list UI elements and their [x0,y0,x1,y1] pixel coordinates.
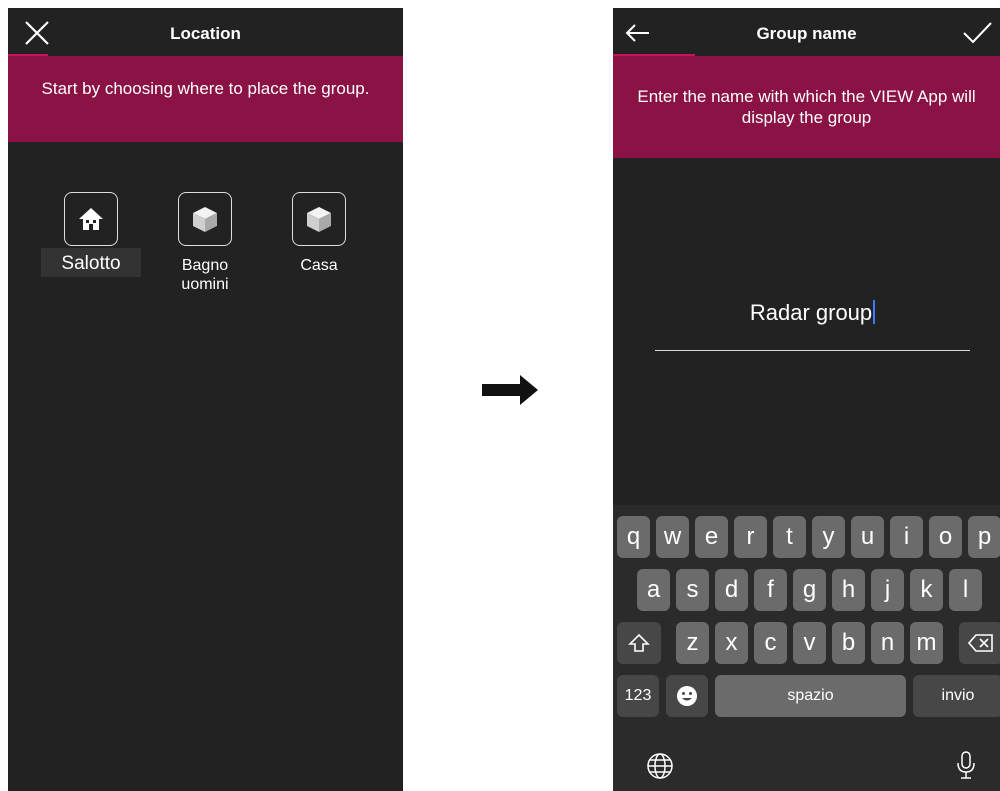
key-k[interactable]: k [910,569,943,611]
microphone-icon[interactable] [951,749,981,781]
house-icon [79,208,103,230]
text-cursor [873,300,876,324]
instruction-banner: Start by choosing where to place the gro… [8,56,403,142]
key-y[interactable]: y [812,516,845,558]
on-screen-keyboard: q w e r t y u i o p a s d f g h j k l z … [613,505,1000,791]
cube-icon [193,207,217,232]
group-name-input[interactable]: Radar group [655,300,970,351]
globe-icon[interactable] [645,751,675,781]
key-t[interactable]: t [773,516,806,558]
key-p[interactable]: p [968,516,1000,558]
key-m[interactable]: m [910,622,943,664]
group-name-value: Radar group [749,300,873,325]
key-b[interactable]: b [832,622,865,664]
key-f[interactable]: f [754,569,787,611]
cube-icon [307,207,331,232]
location-label: Salotto [41,248,141,277]
key-i[interactable]: i [890,516,923,558]
emoji-icon [677,686,697,706]
key-e[interactable]: e [695,516,728,558]
location-tile-bagno-uomini[interactable]: Bagno uomini [155,192,255,294]
key-h[interactable]: h [832,569,865,611]
shift-icon [628,633,650,652]
space-key[interactable]: spazio [715,675,906,717]
key-o[interactable]: o [929,516,962,558]
key-c[interactable]: c [754,622,787,664]
key-a[interactable]: a [637,569,670,611]
key-d[interactable]: d [715,569,748,611]
shift-key[interactable] [617,622,661,664]
key-v[interactable]: v [793,622,826,664]
key-z[interactable]: z [676,622,709,664]
page-title: Location [170,24,241,43]
key-l[interactable]: l [949,569,982,611]
checkmark-icon[interactable] [960,16,994,50]
group-name-screen: Group name Enter the name with which the… [613,8,1000,791]
right-arrow-icon [482,375,538,405]
backspace-icon [968,634,993,652]
instruction-text: Enter the name with which the VIEW App w… [637,87,976,127]
location-icon-box [292,192,346,246]
location-icon-box [64,192,118,246]
location-tile-casa[interactable]: Casa [269,192,369,275]
location-icon-box [178,192,232,246]
key-s[interactable]: s [676,569,709,611]
location-label: Bagno uomini [181,257,229,293]
page-title: Group name [756,24,857,43]
key-n[interactable]: n [871,622,904,664]
key-u[interactable]: u [851,516,884,558]
top-bar: Location [8,8,403,56]
key-j[interactable]: j [871,569,904,611]
numbers-key[interactable]: 123 [617,675,659,717]
instruction-banner: Enter the name with which the VIEW App w… [613,56,1000,158]
location-screen: Location Start by choosing where to plac… [8,8,403,791]
key-q[interactable]: q [617,516,650,558]
backspace-key[interactable] [959,622,1000,664]
key-w[interactable]: w [656,516,689,558]
key-x[interactable]: x [715,622,748,664]
emoji-key[interactable] [666,675,708,717]
location-tile-salotto[interactable]: Salotto [41,192,141,277]
key-r[interactable]: r [734,516,767,558]
instruction-text: Start by choosing where to place the gro… [41,79,370,98]
location-label: Casa [300,257,338,274]
key-g[interactable]: g [793,569,826,611]
top-bar: Group name [613,8,1000,56]
return-key[interactable]: invio [913,675,1000,717]
